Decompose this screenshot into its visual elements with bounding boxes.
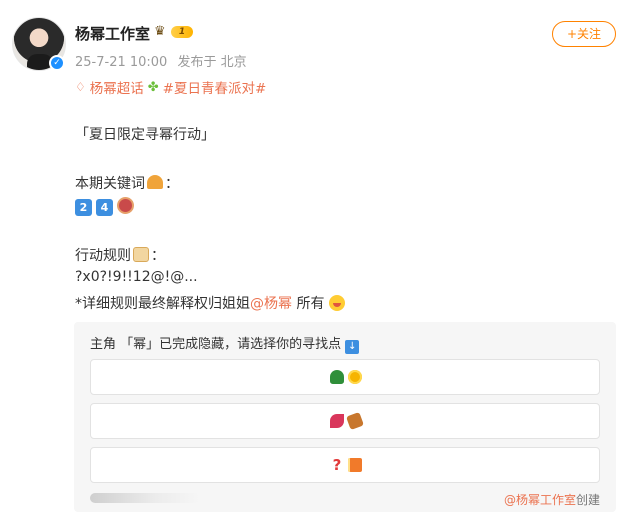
mention-link[interactable]: @杨幂 <box>250 296 292 312</box>
author-name[interactable]: 杨幂工作室 <box>75 23 150 44</box>
puzzle-icon: ✤ <box>147 79 159 95</box>
super-topic-link[interactable]: 杨幂超话 <box>90 77 144 97</box>
rules-label: 行动规则 <box>75 248 131 264</box>
follow-button[interactable]: +关注 <box>552 21 616 47</box>
vote-option-tree-sun[interactable] <box>90 359 600 395</box>
tree-icon <box>330 370 344 384</box>
sun-icon <box>348 370 362 384</box>
alarm-clock-icon <box>117 197 134 214</box>
code-line: ?x0?!9!!12@!@... <box>75 269 198 285</box>
vote-title: 主角 「幂」已完成隐藏，请选择你的寻找点 ↓ <box>90 333 360 354</box>
headline: 「夏日限定寻幂行动」 <box>75 127 215 143</box>
verified-icon: ✓ <box>49 55 65 71</box>
gift-icon <box>348 458 362 472</box>
vote-option-question-gift[interactable]: ? <box>90 447 600 483</box>
bell-icon <box>147 175 163 189</box>
topic-line: ♢ 杨幂超话 ✤ #夏日青春派对# <box>75 77 267 98</box>
hashtag-link[interactable]: #夏日青春派对# <box>163 77 267 97</box>
keyword-colon: ： <box>165 176 179 192</box>
member-badge[interactable]: ♛ 1 <box>154 25 193 39</box>
creator-suffix: 创建 <box>575 493 600 507</box>
down-arrow-icon: ↓ <box>345 340 360 354</box>
gem-icon: ♢ <box>75 80 86 94</box>
rules-colon: ： <box>151 248 165 264</box>
post-location: 发布于 北京 <box>177 55 247 70</box>
note-line: *详细规则最终解释权归姐姐@杨幂 所有 <box>75 293 345 313</box>
post-meta: 25-7-21 10:00 发布于 北京 <box>75 51 253 70</box>
post-time[interactable]: 25-7-21 10:00 <box>75 55 167 70</box>
note-prefix: *详细规则最终解释权归姐姐 <box>75 296 250 312</box>
vote-stats-blurred <box>90 493 200 503</box>
keyword-icons: 24 <box>75 197 134 216</box>
log-icon <box>346 412 364 430</box>
crown-icon: ♛ <box>154 24 166 39</box>
grin-emoji-icon <box>328 295 345 311</box>
vote-creator: @杨幂工作室创建 <box>504 491 600 508</box>
vote-option-leaf-log[interactable] <box>90 403 600 439</box>
rules-line: 行动规则 ： <box>75 245 165 265</box>
keycap-2-icon: 2 <box>75 199 92 216</box>
scroll-icon <box>133 247 149 262</box>
keyword-label: 本期关键词 <box>75 176 145 192</box>
creator-mention[interactable]: @杨幂工作室 <box>504 493 576 507</box>
note-suffix: 所有 <box>292 296 325 312</box>
question-icon: ? <box>332 456 342 474</box>
keyword-line: 本期关键词 ： <box>75 173 179 193</box>
weibo-post: ✓ 杨幂工作室 ♛ 1 25-7-21 10:00 发布于 北京 +关注 ♢ 杨… <box>0 0 637 512</box>
level-badge: 1 <box>171 26 193 38</box>
keycap-4-icon: 4 <box>96 199 113 216</box>
vote-card: 主角 「幂」已完成隐藏，请选择你的寻找点 ↓ ? @杨幂工作室创建 <box>74 322 616 512</box>
maple-leaf-icon <box>330 414 344 428</box>
